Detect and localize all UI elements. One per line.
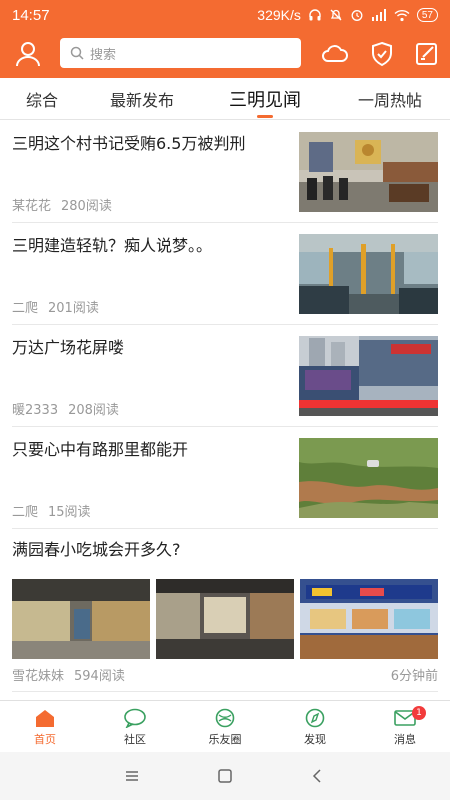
item-title: 三明这个村书记受贿6.5万被判刑 bbox=[12, 134, 246, 153]
food-court-image bbox=[300, 579, 438, 659]
item-author: 暖2333 bbox=[12, 403, 59, 418]
system-nav-bar bbox=[0, 752, 450, 800]
home-icon bbox=[36, 709, 54, 727]
plaza-screen-image bbox=[299, 336, 438, 416]
item-author: 二爬 bbox=[12, 505, 39, 520]
courtroom-image bbox=[299, 132, 438, 212]
chat-icon bbox=[124, 708, 146, 728]
status-bar: 14:57 329K/s 57 bbox=[0, 0, 450, 30]
headphones-icon bbox=[309, 9, 321, 21]
item-title: 只要心中有路那里都能开 bbox=[12, 440, 189, 459]
tab-comprehensive[interactable]: 综合 bbox=[26, 78, 58, 120]
nav-discover-label: 发现 bbox=[304, 732, 326, 746]
item-author: 二爬 bbox=[12, 301, 39, 316]
list-item[interactable]: 三明建造轻轨？痴人说梦。。 二爬 201阅读 bbox=[12, 223, 438, 325]
status-time: 14:57 bbox=[12, 6, 50, 24]
battery-icon: 57 bbox=[416, 8, 438, 22]
food-court-image bbox=[156, 579, 294, 659]
compass-icon bbox=[305, 708, 325, 727]
nav-circle-label: 乐友圈 bbox=[208, 732, 242, 746]
nav-discover[interactable]: 发现 bbox=[270, 701, 360, 753]
item-reads: 201阅读 bbox=[48, 301, 99, 316]
circle-icon bbox=[215, 708, 235, 727]
cloud-icon[interactable] bbox=[320, 40, 350, 68]
item-meta: 暖2333 208阅读 bbox=[12, 399, 119, 418]
list-item[interactable]: 三明这个村书记受贿6.5万被判刑 某花花 280阅读 bbox=[12, 121, 438, 223]
tab-sanming-news[interactable]: 三明见闻 bbox=[229, 78, 301, 120]
news-feed: 三明这个村书记受贿6.5万被判刑 某花花 280阅读 三明建造轻轨？痴人说梦。。 bbox=[0, 121, 450, 700]
category-tabs: 综合 最新发布 三明见闻 一周热帖 bbox=[0, 78, 450, 120]
item-reads: 594阅读 bbox=[74, 669, 125, 684]
nav-circle[interactable]: 乐友圈 bbox=[180, 701, 270, 753]
edit-icon[interactable] bbox=[412, 40, 442, 68]
item-meta: 二爬 201阅读 bbox=[12, 297, 99, 316]
list-item[interactable]: 只要心中有路那里都能开 二爬 15阅读 bbox=[12, 427, 438, 529]
nav-messages[interactable]: 消息 1 bbox=[360, 701, 450, 753]
item-images bbox=[12, 579, 438, 659]
bottom-nav: 首页 社区 乐友圈 发现 消息 1 bbox=[0, 700, 450, 752]
item-title: 三明建造轻轨？痴人说梦。。 bbox=[12, 236, 213, 255]
item-title: 满园春小吃城会开多久? bbox=[12, 540, 181, 559]
shield-icon[interactable] bbox=[367, 40, 397, 68]
nav-messages-label: 消息 bbox=[394, 732, 416, 746]
tab-latest[interactable]: 最新发布 bbox=[110, 78, 174, 120]
network-speed: 329K/s bbox=[257, 7, 301, 23]
item-reads: 280阅读 bbox=[61, 199, 112, 214]
item-reads: 15阅读 bbox=[48, 505, 91, 520]
alarm-icon bbox=[351, 10, 363, 21]
item-title: 万达广场花屏喽 bbox=[12, 338, 125, 357]
item-meta: 雪花妹妹 594阅读 bbox=[12, 665, 125, 684]
search-input[interactable]: 搜索 bbox=[60, 38, 301, 68]
item-meta: 某花花 280阅读 bbox=[12, 195, 112, 214]
user-icon[interactable] bbox=[14, 40, 42, 68]
search-placeholder: 搜索 bbox=[90, 47, 117, 63]
item-meta: 二爬 15阅读 bbox=[12, 501, 91, 520]
item-author: 雪花妹妹 bbox=[12, 669, 65, 684]
nav-community-label: 社区 bbox=[124, 732, 146, 746]
bus-interior-image bbox=[299, 234, 438, 314]
list-item[interactable]: 满园春小吃城会开多久? 雪花妹妹 594阅读 6分钟前 bbox=[12, 529, 438, 692]
wifi-icon bbox=[394, 9, 410, 21]
tab-weekly-hot[interactable]: 一周热帖 bbox=[358, 78, 422, 120]
nav-home-label: 首页 bbox=[34, 732, 56, 746]
nav-community[interactable]: 社区 bbox=[90, 701, 180, 753]
list-item[interactable]: 万达广场花屏喽 暖2333 208阅读 bbox=[12, 325, 438, 427]
item-author: 某花花 bbox=[12, 199, 52, 214]
search-icon bbox=[70, 46, 84, 60]
hillside-car-image bbox=[299, 438, 438, 518]
item-time: 6分钟前 bbox=[390, 669, 438, 684]
app-header: 搜索 bbox=[0, 30, 450, 78]
menu-icon[interactable] bbox=[122, 766, 142, 786]
message-badge: 1 bbox=[412, 706, 426, 720]
item-reads: 208阅读 bbox=[68, 403, 119, 418]
back-icon[interactable] bbox=[308, 766, 328, 786]
mute-icon bbox=[330, 9, 342, 21]
signal-icon bbox=[371, 9, 386, 21]
nav-home[interactable]: 首页 bbox=[0, 701, 90, 753]
food-court-image bbox=[12, 579, 150, 659]
home-square-icon[interactable] bbox=[215, 766, 235, 786]
